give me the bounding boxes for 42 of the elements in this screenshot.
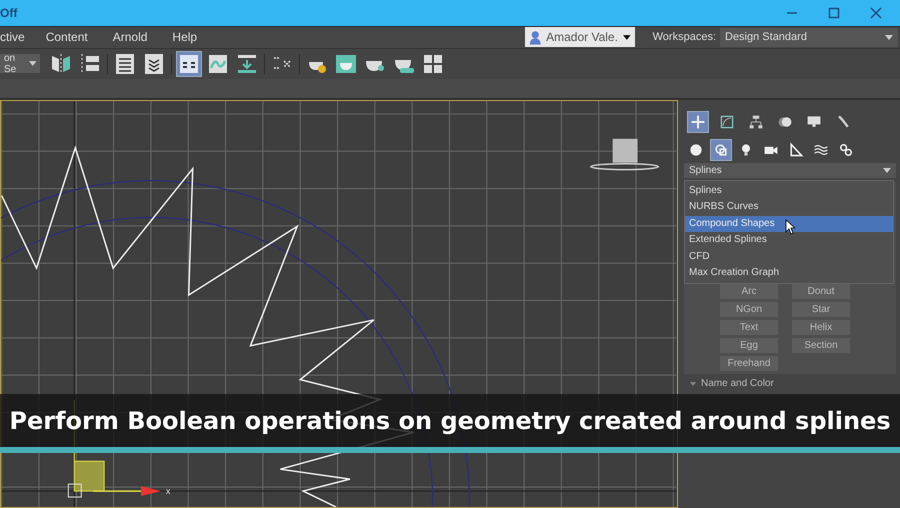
object-type-button[interactable]: NGon <box>720 302 778 317</box>
dropdown-option[interactable]: Compound Shapes <box>685 216 893 232</box>
rollout-title[interactable]: Name and Color <box>684 378 896 389</box>
object-type-button[interactable]: Donut <box>792 284 850 299</box>
caret-icon <box>885 34 893 40</box>
caret-icon <box>28 61 36 66</box>
window-title: Off <box>0 6 18 20</box>
menu-item[interactable]: Content <box>46 30 101 44</box>
cursor-icon <box>785 219 795 235</box>
selection-set-dropdown[interactable]: on Se <box>0 54 40 74</box>
object-type-button[interactable]: Egg <box>720 338 778 353</box>
workspaces-dropdown[interactable]: Design Standard <box>720 28 898 47</box>
category-dropdown[interactable]: Splines <box>684 163 896 178</box>
dropdown-option[interactable]: Max Creation Graph <box>685 264 893 282</box>
dropdown-option[interactable]: CFD <box>685 248 893 265</box>
object-type-button[interactable]: Text <box>720 320 778 335</box>
object-type-button[interactable]: Freehand <box>720 356 778 371</box>
object-type-button[interactable]: Arc <box>720 284 778 299</box>
menu-item[interactable]: ctive <box>0 30 38 44</box>
dropdown-option[interactable]: NURBS Curves <box>685 199 893 216</box>
axis-label: x <box>166 486 170 496</box>
view-cube-drawing <box>590 138 660 170</box>
layers-icon[interactable] <box>142 52 166 76</box>
object-type-button[interactable]: Section <box>792 338 850 353</box>
workspaces-label: Workspaces: <box>652 31 716 44</box>
dropdown-option[interactable]: Splines <box>685 183 893 200</box>
caret-icon <box>690 382 696 386</box>
dropdown-option[interactable]: Extended Splines <box>685 232 893 249</box>
user-menu[interactable]: Amador Vale. <box>524 27 635 48</box>
caret-icon <box>883 168 891 173</box>
panel-layout-icon[interactable] <box>177 52 201 76</box>
menu-item[interactable]: Arnold <box>112 30 160 44</box>
menu-item[interactable]: Help <box>172 30 210 44</box>
object-type-button[interactable]: Star <box>792 302 850 317</box>
plus-icon[interactable] <box>688 112 708 132</box>
maximize-icon[interactable] <box>828 7 840 20</box>
user-icon <box>528 30 542 45</box>
caret-icon <box>622 34 631 40</box>
close-icon[interactable] <box>870 7 882 20</box>
shapes-icon[interactable] <box>711 140 731 160</box>
object-type-button[interactable]: Helix <box>792 320 850 335</box>
list-icon[interactable] <box>113 52 137 76</box>
